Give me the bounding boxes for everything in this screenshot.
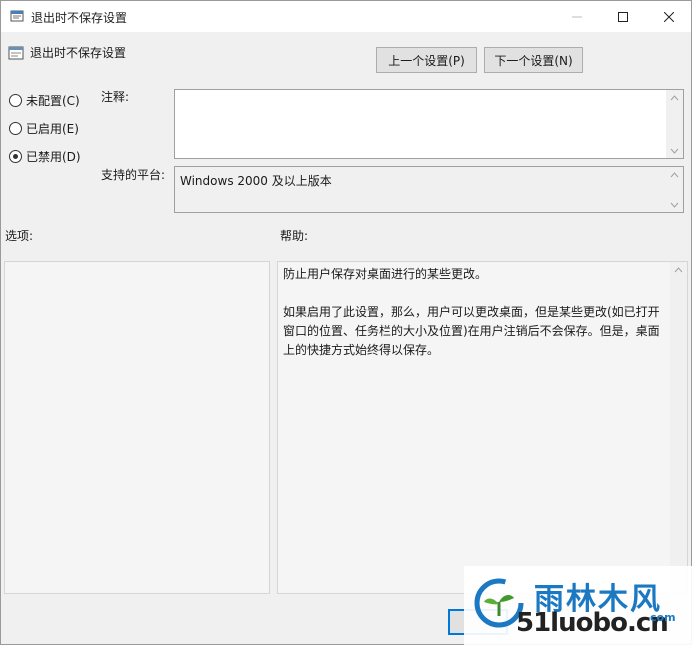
help-scrollbar[interactable] (670, 262, 687, 593)
policy-setting-dialog: 退出时不保存设置 退出时不保存设置 上一个设置(P) 下一个设置(N) 未配置(… (0, 0, 692, 646)
scroll-up-arrow-icon[interactable] (666, 167, 683, 182)
policy-editor-app-icon (10, 9, 24, 23)
comment-label: 注释: (101, 90, 130, 104)
minimize-button[interactable] (554, 1, 600, 32)
radio-enabled[interactable]: 已启用(E) (9, 120, 79, 137)
radio-button-unchecked[interactable] (9, 94, 22, 107)
help-paragraph: 如果启用了此设置，那么，用户可以更改桌面，但是某些更改(如已打开窗口的位置、任务… (283, 305, 660, 357)
close-button[interactable] (646, 1, 692, 32)
help-pane[interactable]: 防止用户保存对桌面进行的某些更改。 如果启用了此设置，那么，用户可以更改桌面，但… (277, 261, 688, 594)
maximize-button[interactable] (600, 1, 646, 32)
platform-scrollbar[interactable] (666, 167, 683, 212)
scroll-down-arrow-icon[interactable] (666, 197, 683, 212)
previous-setting-button[interactable]: 上一个设置(P) (376, 47, 477, 73)
watermark-url: 51luobo.cn (516, 608, 669, 638)
watermark-suffix: com (650, 611, 676, 624)
radio-button-checked[interactable] (9, 150, 22, 163)
radio-button-unchecked[interactable] (9, 122, 22, 135)
window-title: 退出时不保存设置 (31, 11, 128, 25)
radio-label: 已禁用(D) (26, 150, 81, 164)
help-paragraph: 防止用户保存对桌面进行的某些更改。 (283, 267, 488, 281)
setting-name: 退出时不保存设置 (30, 46, 127, 60)
setting-icon (8, 45, 24, 61)
title-bar[interactable]: 退出时不保存设置 (1, 1, 691, 32)
scroll-up-arrow-icon[interactable] (670, 262, 687, 277)
next-setting-button[interactable]: 下一个设置(N) (484, 47, 583, 73)
help-text: 防止用户保存对桌面进行的某些更改。 如果启用了此设置，那么，用户可以更改桌面，但… (283, 265, 668, 379)
comment-scrollbar[interactable] (666, 90, 683, 158)
minimize-icon (572, 16, 582, 17)
scroll-down-arrow-icon[interactable] (666, 143, 683, 158)
radio-label: 未配置(C) (26, 94, 80, 108)
help-section-label: 帮助: (280, 229, 309, 243)
options-section-label: 选项: (5, 229, 34, 243)
radio-disabled[interactable]: 已禁用(D) (9, 148, 81, 165)
watermark: 雨林木风 51luobo.cn com (464, 566, 692, 646)
comment-textarea[interactable] (174, 89, 684, 159)
scroll-up-arrow-icon[interactable] (666, 90, 683, 105)
options-pane (4, 261, 270, 594)
platform-label: 支持的平台: (101, 168, 166, 182)
radio-not-configured[interactable]: 未配置(C) (9, 92, 80, 109)
maximize-icon (618, 11, 628, 22)
platform-value: Windows 2000 及以上版本 (180, 174, 332, 188)
close-icon (664, 11, 674, 22)
radio-label: 已启用(E) (26, 122, 79, 136)
platform-readonly-box: Windows 2000 及以上版本 (174, 166, 684, 213)
